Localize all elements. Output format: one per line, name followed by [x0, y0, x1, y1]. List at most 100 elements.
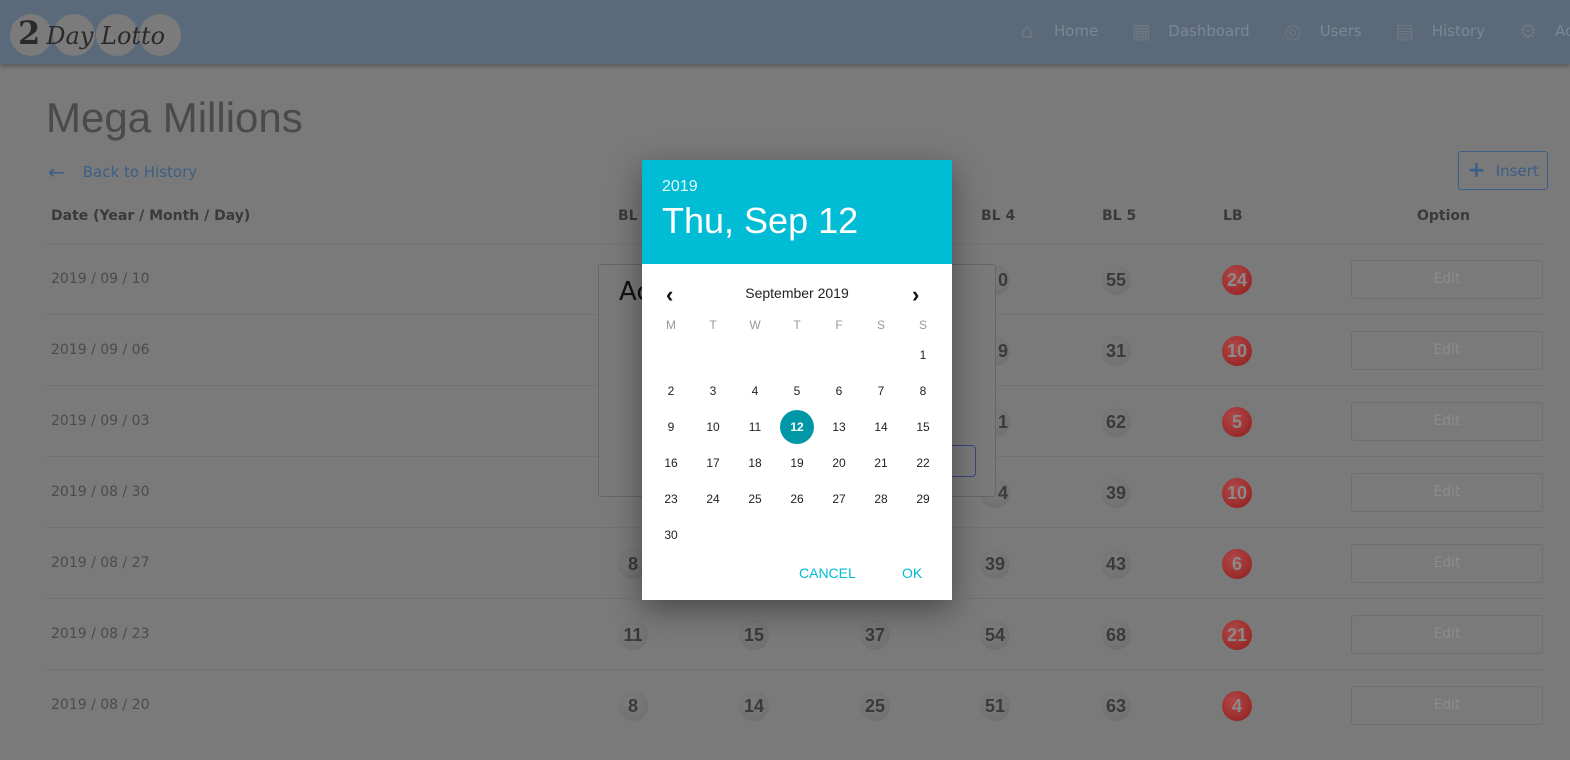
edit-button[interactable]: Edit [1351, 473, 1543, 512]
ball-bl2: 14 [739, 691, 769, 721]
ball-bl3: 25 [860, 691, 890, 721]
calendar-day[interactable]: 29 [906, 482, 940, 516]
logo[interactable]: 2 Day Lotto [10, 12, 182, 58]
arrow-left-icon: ← [48, 160, 65, 184]
user-icon: ◎ [1283, 19, 1302, 43]
ball-lb: 10 [1222, 478, 1252, 508]
month-label: September 2019 [745, 285, 849, 301]
weekday-label: S [918, 318, 927, 332]
edit-button[interactable]: Edit [1351, 544, 1543, 583]
date-picker-header: 2019 Thu, Sep 12 [642, 160, 952, 264]
calendar-day[interactable]: 3 [696, 374, 730, 408]
calendar-day[interactable]: 9 [654, 410, 688, 444]
history-icon: ▤ [1395, 19, 1415, 43]
calendar-day[interactable]: 1 [906, 338, 940, 372]
calendar-day[interactable]: 26 [780, 482, 814, 516]
calendar-day[interactable]: 8 [906, 374, 940, 408]
year-label[interactable]: 2019 [662, 178, 932, 196]
ball-lb: 24 [1222, 265, 1252, 295]
nav-label: Dashboard [1168, 22, 1250, 40]
ball-bl4: 39 [980, 549, 1010, 579]
header-bl4: BL 4 [981, 208, 1016, 224]
edit-button[interactable]: Edit [1351, 686, 1543, 725]
header-bl: BL [618, 208, 638, 224]
calendar-day[interactable]: 15 [906, 410, 940, 444]
main-nav: ⌂ Home ▦ Dashboard ◎ Users ▤ History ⚙ Accou [1016, 20, 1570, 42]
ball-bl5: 31 [1101, 336, 1131, 366]
plus-icon: + [1467, 158, 1486, 183]
calendar-day[interactable]: 30 [654, 518, 688, 552]
calendar-day[interactable]: 5 [780, 374, 814, 408]
calendar-day[interactable]: 25 [738, 482, 772, 516]
row-date: 2019 / 09 / 06 [51, 342, 150, 358]
calendar-day[interactable]: 17 [696, 446, 730, 480]
weekday-label: T [793, 318, 801, 332]
cancel-button[interactable]: CANCEL [799, 565, 856, 581]
calendar-day[interactable]: 4 [738, 374, 772, 408]
calendar-day[interactable]: 18 [738, 446, 772, 480]
nav-item-dashboard[interactable]: ▦ Dashboard [1130, 19, 1250, 43]
ball-bl2: 15 [739, 620, 769, 650]
row-date: 2019 / 08 / 23 [51, 626, 150, 642]
calendar-day[interactable]: 14 [864, 410, 898, 444]
edit-button[interactable]: Edit [1351, 615, 1543, 654]
nav-item-users[interactable]: ◎ Users [1282, 20, 1362, 42]
table-row: 2019 / 08 / 20 8 14 25 51 63 4 Edit [46, 669, 1544, 740]
calendar-day[interactable]: 21 [864, 446, 898, 480]
edit-button[interactable]: Edit [1351, 331, 1543, 370]
calendar-day[interactable]: 11 [738, 410, 772, 444]
selected-day[interactable]: 12 [780, 410, 814, 444]
calendar-day[interactable]: 16 [654, 446, 688, 480]
edit-button[interactable]: Edit [1351, 402, 1543, 441]
chevron-left-icon[interactable]: ‹ [666, 282, 673, 308]
home-icon: ⌂ [1020, 19, 1034, 43]
calendar-day[interactable]: 28 [864, 482, 898, 516]
row-date: 2019 / 08 / 27 [51, 555, 150, 571]
weekday-label: F [835, 318, 843, 332]
date-picker: 2019 Thu, Sep 12 ‹ September 2019 › MTWT… [642, 160, 952, 600]
ok-button[interactable]: OK [902, 565, 922, 581]
row-date: 2019 / 08 / 20 [51, 697, 150, 713]
ball-bl5: 62 [1101, 407, 1131, 437]
calendar-day[interactable]: 22 [906, 446, 940, 480]
gear-icon: ⚙ [1519, 19, 1538, 43]
calendar-day[interactable]: 7 [864, 374, 898, 408]
weekday-label: W [749, 318, 761, 332]
logo-number: 2 [18, 14, 41, 52]
nav-item-history[interactable]: ▤ History [1394, 20, 1485, 42]
calendar-day[interactable]: 24 [696, 482, 730, 516]
page-title: Mega Millions [46, 94, 303, 141]
ball-lb: 5 [1222, 407, 1252, 437]
calendar-day[interactable]: 2 [654, 374, 688, 408]
ball-bl4: 54 [980, 620, 1010, 650]
ball-lb: 6 [1222, 549, 1252, 579]
ball-bl5: 39 [1101, 478, 1131, 508]
calendar-day[interactable]: 19 [780, 446, 814, 480]
insert-label: Insert [1495, 161, 1539, 180]
back-label: Back to History [82, 163, 198, 181]
ball-bl1: 8 [618, 691, 648, 721]
nav-label: Users [1319, 22, 1362, 40]
logo-text: Day Lotto [46, 22, 166, 50]
dashboard-icon: ▦ [1131, 19, 1151, 43]
calendar-day[interactable]: 13 [822, 410, 856, 444]
back-to-history-link[interactable]: ← Back to History [48, 160, 197, 184]
top-navbar: 2 Day Lotto ⌂ Home ▦ Dashboard ◎ Users ▤ History… [0, 0, 1570, 64]
header-date: Date (Year / Month / Day) [51, 208, 251, 224]
calendar-day[interactable]: 10 [696, 410, 730, 444]
row-date: 2019 / 08 / 30 [51, 484, 150, 500]
calendar-day[interactable]: 20 [822, 446, 856, 480]
weekday-label: T [709, 318, 717, 332]
calendar-day[interactable]: 27 [822, 482, 856, 516]
edit-button[interactable]: Edit [1351, 260, 1543, 299]
calendar-day[interactable]: 6 [822, 374, 856, 408]
nav-item-home[interactable]: ⌂ Home [1016, 19, 1099, 43]
calendar-day[interactable]: 23 [654, 482, 688, 516]
insert-button[interactable]: + Insert [1458, 151, 1548, 190]
ball-bl5: 43 [1101, 549, 1131, 579]
ball-bl5: 68 [1101, 620, 1131, 650]
table-row: 2019 / 08 / 23 11 15 37 54 68 21 Edit [46, 598, 1544, 669]
chevron-right-icon[interactable]: › [912, 282, 919, 308]
nav-item-accou[interactable]: ⚙ Accou [1517, 20, 1570, 42]
row-date: 2019 / 09 / 10 [51, 271, 150, 287]
